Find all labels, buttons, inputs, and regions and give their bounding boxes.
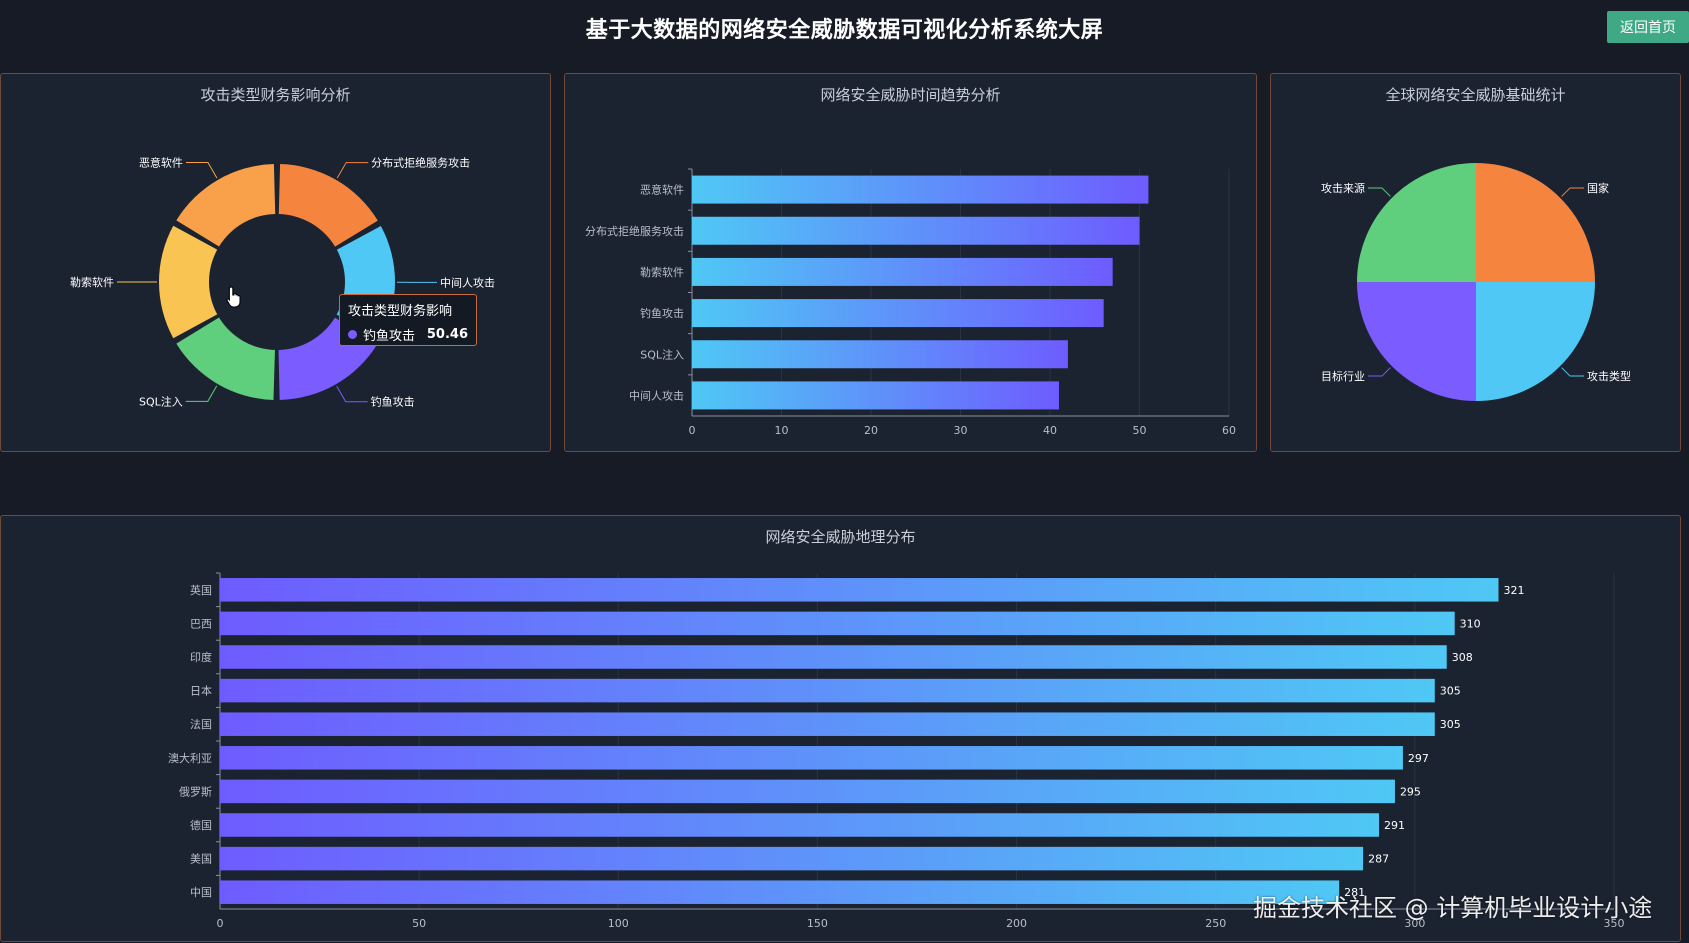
- pie-leader-line: [1368, 188, 1390, 196]
- pie-leader-line: [1562, 188, 1584, 196]
- bar[interactable]: [220, 645, 1447, 669]
- bar[interactable]: [692, 340, 1068, 368]
- pie-leader-line: [1562, 368, 1584, 376]
- donut-leader-line: [337, 386, 368, 402]
- chart-tooltip: 攻击类型财务影响 钓鱼攻击 50.46: [339, 294, 477, 346]
- x-tick-label: 200: [1006, 917, 1027, 930]
- home-button[interactable]: 返回首页: [1607, 11, 1689, 43]
- x-tick-label: 60: [1222, 424, 1236, 437]
- y-category-label: 法国: [190, 717, 212, 731]
- donut-label: 恶意软件: [139, 156, 183, 170]
- y-category-label: 俄罗斯: [179, 785, 212, 798]
- bar[interactable]: [220, 746, 1403, 770]
- bar-value-label: 310: [1460, 617, 1481, 630]
- bar-value-label: 308: [1452, 651, 1473, 664]
- bar[interactable]: [220, 880, 1339, 904]
- trend-chart-panel: 网络安全威胁时间趋势分析 0102030405060恶意软件分布式拒绝服务攻击勒…: [564, 73, 1257, 452]
- tooltip-row: 钓鱼攻击 50.46: [348, 325, 468, 344]
- bar[interactable]: [220, 813, 1379, 837]
- donut-chart-panel: 攻击类型财务影响分析 分布式拒绝服务攻击中间人攻击钓鱼攻击SQL注入勒索软件恶意…: [0, 73, 551, 452]
- page-title: 基于大数据的网络安全威胁数据可视化分析系统大屏: [0, 12, 1689, 44]
- bar-value-label: 287: [1368, 853, 1389, 866]
- pie-slice[interactable]: [1476, 163, 1595, 282]
- pie-label: 攻击来源: [1321, 181, 1365, 195]
- stats-pie-chart[interactable]: 国家攻击类型 目标行业 攻击来源: [1271, 74, 1682, 453]
- x-tick-label: 100: [608, 917, 629, 930]
- bar-value-label: 295: [1400, 785, 1421, 798]
- bar[interactable]: [692, 299, 1104, 327]
- y-category-label: 钓鱼攻击: [640, 306, 684, 320]
- x-tick-label: 250: [1205, 917, 1226, 930]
- tooltip-value: 50.46: [427, 327, 468, 342]
- donut-label: 中间人攻击: [440, 275, 495, 289]
- y-category-label: 德国: [190, 818, 212, 832]
- y-category-label: 英国: [190, 583, 212, 597]
- bar-value-label: 291: [1384, 819, 1405, 832]
- bar-value-label: 321: [1503, 584, 1524, 597]
- donut-chart[interactable]: 分布式拒绝服务攻击中间人攻击钓鱼攻击 SQL注入 勒索软件 恶意软件: [1, 74, 552, 453]
- tooltip-series-label: 钓鱼攻击: [363, 325, 415, 344]
- bar[interactable]: [220, 679, 1435, 703]
- bar-value-label: 305: [1440, 685, 1461, 698]
- y-category-label: 恶意软件: [640, 183, 684, 197]
- geo-bar-chart[interactable]: 050100150200250300350英国321巴西310印度308日本30…: [1, 516, 1682, 943]
- donut-slice[interactable]: [159, 226, 217, 338]
- donut-slice[interactable]: [279, 164, 378, 247]
- donut-label: 钓鱼攻击: [371, 395, 415, 409]
- y-category-label: 美国: [190, 853, 212, 866]
- y-category-label: 中间人攻击: [629, 388, 684, 402]
- x-tick-label: 40: [1043, 424, 1057, 437]
- y-category-label: 印度: [190, 650, 212, 664]
- y-category-label: 分布式拒绝服务攻击: [585, 224, 684, 238]
- pie-label: 国家: [1587, 181, 1609, 195]
- watermark-text: 掘金技术社区 @ 计算机毕业设计小途: [1253, 888, 1652, 923]
- bar[interactable]: [692, 176, 1148, 204]
- pie-slice[interactable]: [1357, 282, 1476, 401]
- donut-label: 勒索软件: [70, 275, 114, 289]
- x-tick-label: 30: [954, 424, 968, 437]
- bar[interactable]: [220, 612, 1455, 636]
- donut-leader-line: [337, 163, 368, 179]
- pie-leader-line: [1368, 368, 1390, 376]
- bar[interactable]: [692, 258, 1113, 286]
- pie-slice[interactable]: [1476, 282, 1595, 401]
- x-tick-label: 50: [412, 917, 426, 930]
- donut-leader-line: [186, 163, 217, 179]
- y-category-label: 巴西: [190, 617, 212, 630]
- x-tick-label: 0: [217, 917, 224, 930]
- y-category-label: SQL注入: [640, 347, 684, 361]
- donut-slice[interactable]: [176, 164, 275, 246]
- x-tick-label: 10: [775, 424, 789, 437]
- pie-label: 攻击类型: [1587, 369, 1631, 383]
- x-tick-label: 20: [864, 424, 878, 437]
- bar[interactable]: [220, 847, 1363, 871]
- bar[interactable]: [220, 578, 1498, 602]
- y-category-label: 日本: [190, 684, 212, 698]
- pie-label: 目标行业: [1321, 369, 1365, 383]
- bar[interactable]: [692, 381, 1059, 409]
- bar[interactable]: [692, 217, 1140, 245]
- donut-slice[interactable]: [176, 318, 275, 400]
- x-tick-label: 0: [689, 424, 696, 437]
- y-category-label: 勒索软件: [640, 265, 684, 279]
- y-category-label: 澳大利亚: [168, 751, 212, 765]
- bar[interactable]: [220, 712, 1435, 736]
- tooltip-series-marker: [348, 330, 357, 339]
- x-tick-label: 150: [807, 917, 828, 930]
- donut-label: 分布式拒绝服务攻击: [371, 156, 470, 170]
- stats-pie-panel: 全球网络安全威胁基础统计 国家攻击类型目标行业攻击来源: [1270, 73, 1681, 452]
- tooltip-title: 攻击类型财务影响: [348, 300, 468, 319]
- hand-cursor-icon: [226, 286, 242, 308]
- donut-leader-line: [186, 386, 217, 402]
- geo-chart-panel: 网络安全威胁地理分布 050100150200250300350英国321巴西3…: [0, 515, 1681, 942]
- donut-label: SQL注入: [139, 394, 183, 408]
- bar-value-label: 297: [1408, 752, 1429, 765]
- x-tick-label: 50: [1133, 424, 1147, 437]
- bar[interactable]: [220, 780, 1395, 804]
- trend-bar-chart[interactable]: 0 10 20 30 40 50 60 恶意软件分布式拒绝服务攻击勒索软件钓鱼攻击 SQL注入中…: [565, 74, 1258, 453]
- bar-value-label: 305: [1440, 718, 1461, 731]
- y-category-label: 中国: [190, 886, 212, 899]
- pie-slice[interactable]: [1357, 163, 1476, 282]
